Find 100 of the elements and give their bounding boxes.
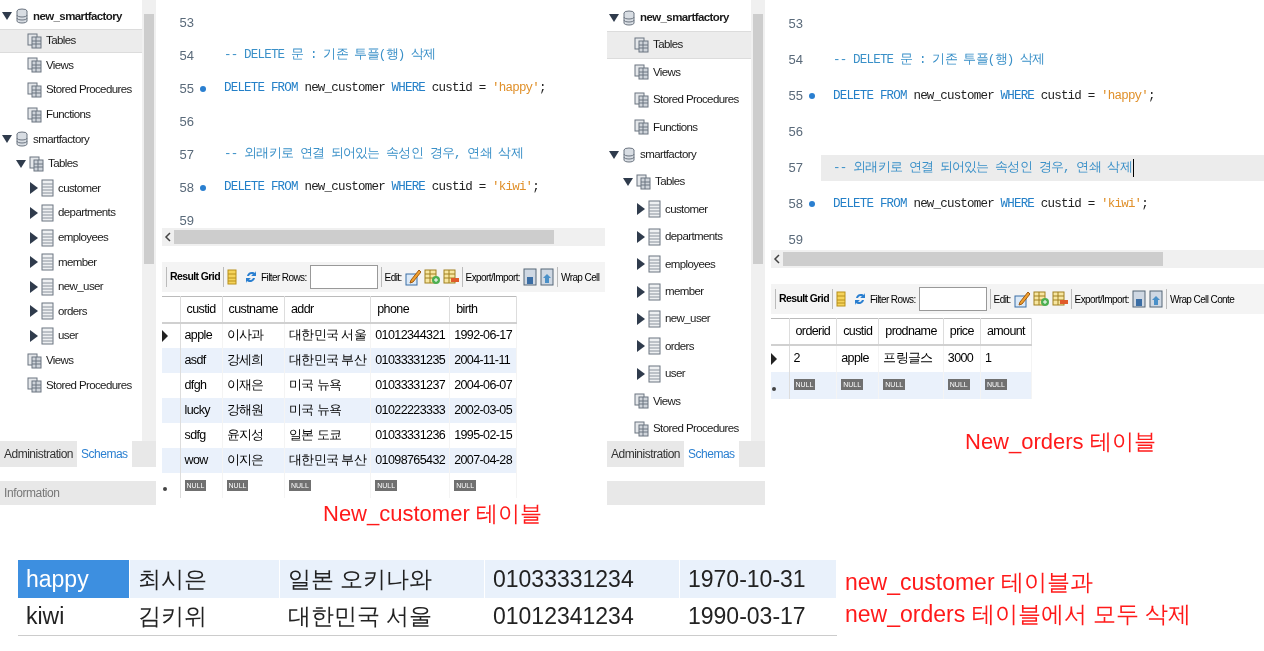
table-cell[interactable]: 강해원 <box>222 397 285 423</box>
tree-item[interactable]: Functions <box>652 118 699 136</box>
table-cell[interactable]: 2002-03-05 <box>449 397 517 423</box>
collapsed-arrow-icon[interactable] <box>637 258 645 271</box>
tree-item[interactable]: orders <box>664 337 695 355</box>
sidebar-tab[interactable]: Schemas <box>77 441 132 467</box>
tree-item[interactable]: Views <box>45 56 75 75</box>
tree-item[interactable]: user <box>57 327 79 345</box>
table-cell[interactable]: 윤지성 <box>222 422 285 448</box>
tree-item[interactable]: new_user <box>664 310 712 328</box>
tree-item[interactable]: Tables <box>652 36 684 54</box>
expanded-arrow-icon[interactable] <box>2 11 12 22</box>
expanded-arrow-icon[interactable] <box>2 134 12 145</box>
sidebar-tab[interactable]: Schemas <box>684 441 739 467</box>
table-cell[interactable]: 이사과 <box>222 322 285 348</box>
tree-item[interactable]: customer <box>664 200 709 219</box>
table-cell[interactable]: 일본 도쿄 <box>284 422 371 448</box>
table-cell[interactable]: 이지은 <box>222 447 285 473</box>
tree-item[interactable]: new_user <box>57 278 105 296</box>
column-header[interactable]: prodname <box>878 318 944 345</box>
column-header[interactable]: custid <box>836 318 879 345</box>
column-header[interactable]: price <box>943 318 981 345</box>
column-header[interactable]: phone <box>370 296 450 323</box>
tree-item[interactable]: Tables <box>45 32 77 50</box>
column-header[interactable]: custname <box>222 296 285 323</box>
expanded-arrow-icon[interactable] <box>16 158 26 169</box>
tree-item[interactable]: departments <box>664 228 724 246</box>
filter-input-field[interactable] <box>918 287 987 311</box>
table-cell[interactable]: 미국 뉴욕 <box>284 372 371 398</box>
table-cell[interactable]: lucky <box>180 397 223 423</box>
table-cell[interactable]: 01033331237 <box>370 372 450 398</box>
expanded-arrow-icon[interactable] <box>609 149 619 160</box>
table-cell[interactable]: dfgh <box>180 372 223 398</box>
collapsed-arrow-icon[interactable] <box>637 367 645 380</box>
tree-item[interactable]: smartfactory <box>639 146 698 164</box>
tree-item[interactable]: departments <box>57 204 117 222</box>
collapsed-arrow-icon[interactable] <box>30 256 38 269</box>
table-cell[interactable]: 3000 <box>943 344 981 372</box>
table-cell[interactable]: 1995-02-15 <box>449 422 517 448</box>
table-cell[interactable]: 2004-11-11 <box>449 347 517 373</box>
table-cell[interactable]: 프링글스 <box>878 344 944 372</box>
table-cell[interactable]: 2004-06-07 <box>449 372 517 398</box>
vertical-scrollbar[interactable] <box>751 0 765 441</box>
tree-item[interactable]: employees <box>664 255 717 273</box>
column-header[interactable]: amount <box>980 318 1032 345</box>
tree-item[interactable]: Stored Procedures <box>45 81 133 99</box>
collapsed-arrow-icon[interactable] <box>30 231 38 244</box>
table-cell[interactable]: asdf <box>180 347 223 373</box>
column-header[interactable]: addr <box>284 296 371 323</box>
tree-item[interactable]: customer <box>57 179 102 198</box>
collapsed-arrow-icon[interactable] <box>637 230 645 243</box>
collapsed-arrow-icon[interactable] <box>30 280 38 293</box>
tree-item[interactable]: Tables <box>47 155 79 173</box>
tree-item[interactable]: Tables <box>654 173 686 191</box>
table-cell[interactable]: 01012341234 <box>485 598 680 635</box>
table-cell[interactable]: 대한민국 부산 <box>284 447 371 473</box>
table-cell[interactable]: 이재은 <box>222 372 285 398</box>
collapsed-arrow-icon[interactable] <box>30 330 38 342</box>
vertical-scrollbar[interactable] <box>142 0 156 441</box>
collapsed-arrow-icon[interactable] <box>30 182 38 195</box>
table-cell[interactable]: apple <box>836 344 879 372</box>
tree-item[interactable]: smartfactory <box>32 130 91 148</box>
tree-item[interactable]: Stored Procedures <box>652 91 740 109</box>
collapsed-arrow-icon[interactable] <box>637 285 645 298</box>
tree-item[interactable]: Views <box>45 352 75 370</box>
collapsed-arrow-icon[interactable] <box>30 207 38 220</box>
tree-item[interactable]: member <box>57 253 98 271</box>
horizontal-scrollbar[interactable] <box>771 250 1264 268</box>
horizontal-scrollbar[interactable] <box>162 228 605 246</box>
tree-item[interactable]: new_smartfactory <box>32 7 123 25</box>
table-cell[interactable]: 강세희 <box>222 347 285 373</box>
column-header[interactable]: custid <box>180 296 223 323</box>
tree-item[interactable]: Stored Procedures <box>652 419 740 438</box>
column-header[interactable]: birth <box>449 296 517 323</box>
table-cell[interactable]: 01022223333 <box>370 397 450 423</box>
table-cell[interactable]: kiwi <box>18 598 130 635</box>
table-cell[interactable]: 미국 뉴욕 <box>284 397 371 423</box>
tree-item[interactable]: Views <box>652 392 682 410</box>
table-cell[interactable]: 대한민국 서울 <box>280 598 485 635</box>
sidebar-tab[interactable]: Administration <box>0 441 78 467</box>
tree-item[interactable]: Views <box>652 63 682 82</box>
sidebar-tab[interactable]: Administration <box>607 441 685 467</box>
table-cell[interactable]: 1 <box>980 344 1032 372</box>
column-header[interactable]: orderid <box>789 318 837 345</box>
collapsed-arrow-icon[interactable] <box>637 340 645 353</box>
table-cell[interactable]: 01012344321 <box>370 322 450 348</box>
tree-item[interactable]: orders <box>57 302 88 321</box>
table-cell[interactable]: 대한민국 서울 <box>284 322 371 348</box>
collapsed-arrow-icon[interactable] <box>30 305 38 318</box>
tree-item[interactable]: new_smartfactory <box>639 9 730 27</box>
tree-item[interactable]: Stored Procedures <box>45 376 133 394</box>
table-cell[interactable]: 1990-03-17 <box>680 598 837 635</box>
table-cell[interactable]: 01033331235 <box>370 347 450 373</box>
collapsed-arrow-icon[interactable] <box>637 313 645 325</box>
table-cell[interactable]: sdfg <box>180 422 223 448</box>
filter-input-field[interactable] <box>309 265 378 289</box>
expanded-arrow-icon[interactable] <box>623 177 633 188</box>
table-cell[interactable]: apple <box>180 322 223 348</box>
table-cell[interactable]: 01033331236 <box>370 422 450 448</box>
table-cell[interactable]: 2007-04-28 <box>449 447 517 473</box>
